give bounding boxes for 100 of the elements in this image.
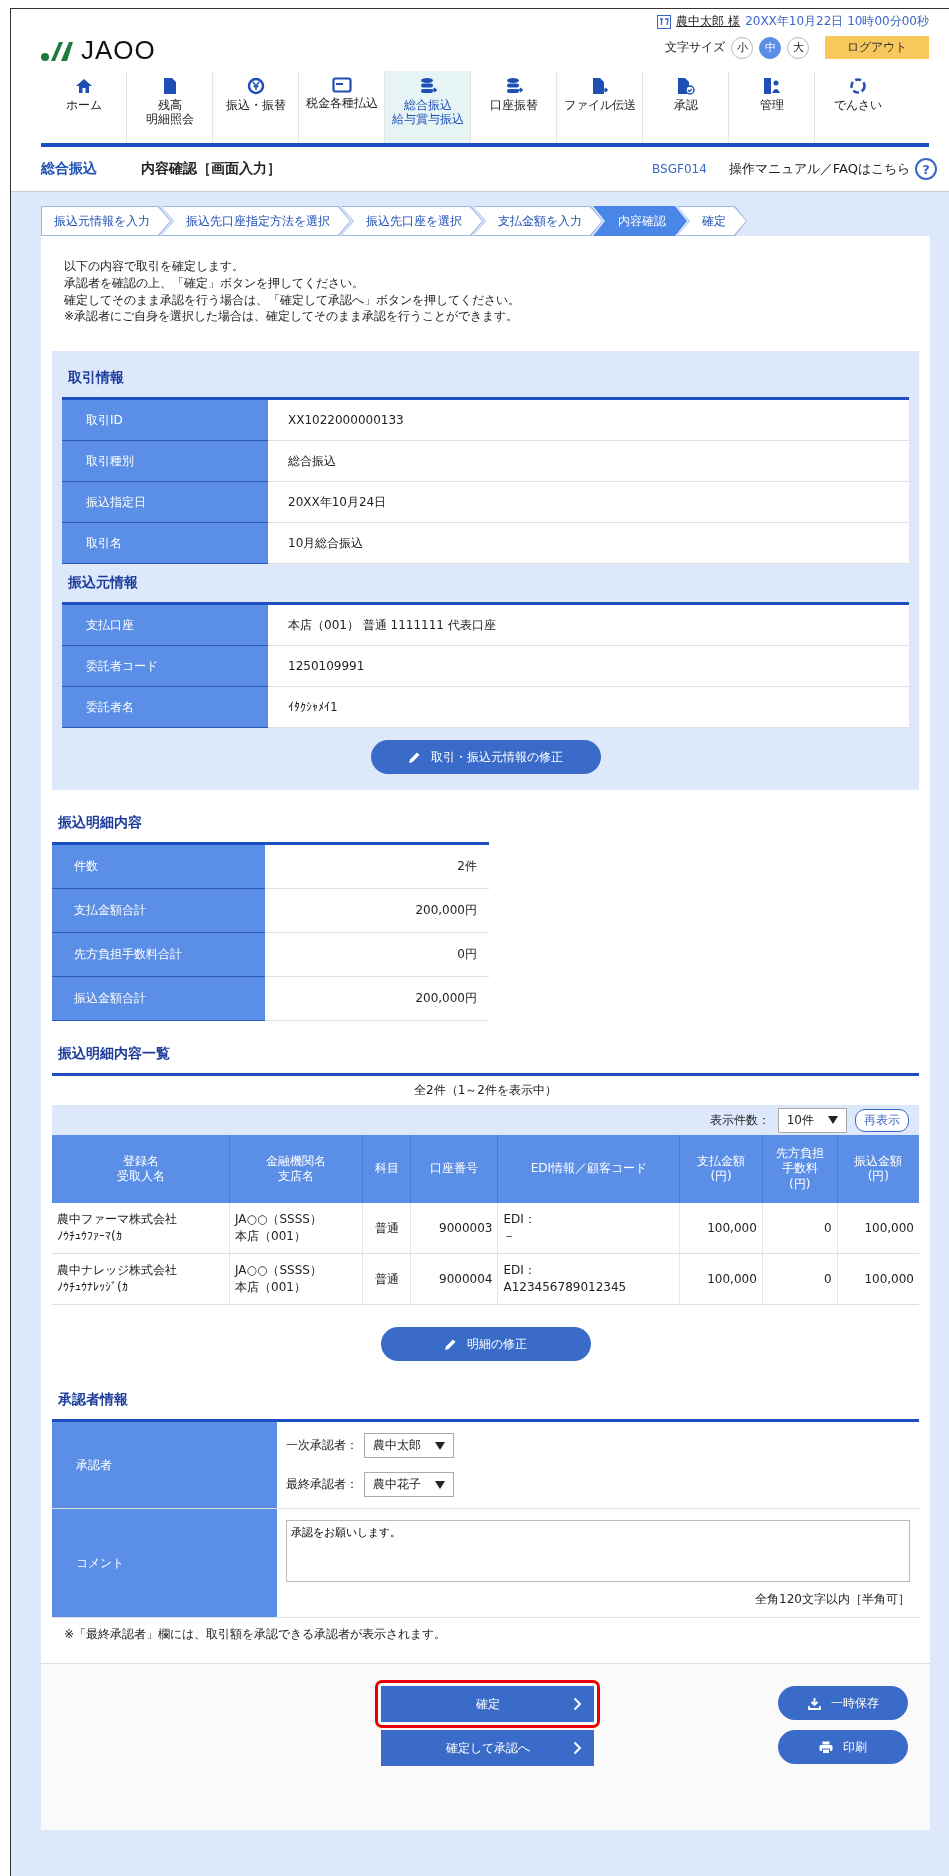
column-header: (円) (788, 1177, 812, 1193)
pencil-icon (408, 750, 421, 764)
page-size-dropdown[interactable]: 10件 (777, 1107, 847, 1133)
instruction-text: 以下の内容で取引を確定します。 (64, 258, 245, 275)
nav-label: 管理 (759, 99, 784, 113)
cell-text: 100,000 (706, 1270, 757, 1288)
cell-text: 0 (823, 1219, 832, 1237)
screen-id: BSGF014 (652, 162, 707, 176)
cell-text: 100,000 (863, 1270, 914, 1288)
cell-text: 農中ファーマ株式会社 (57, 1211, 178, 1229)
field-label: 支払口座 (62, 603, 268, 646)
file-icon (591, 77, 608, 95)
section-heading: 振込明細内容 (57, 813, 143, 833)
nav-label: 総合振込 (403, 99, 452, 113)
column-header: 先方負担 (774, 1145, 825, 1162)
field-label: 委託者名 (62, 686, 268, 728)
field-value: 10月総合振込 (268, 522, 909, 564)
cell-text: ﾉｳﾁｭｳﾌｧｰﾏ(ｶ (57, 1228, 123, 1245)
cell-text: JA○○（SSSS） (235, 1211, 323, 1229)
cell-text: A123456789012345 (503, 1279, 628, 1296)
page-size-label: 表示件数： (709, 1111, 770, 1129)
field-label: 取引種別 (62, 440, 268, 482)
edit-button[interactable]: 取引・振込元情報の修正 (370, 740, 601, 775)
comment-field[interactable]: 承認をお願いします。 (286, 1520, 910, 1583)
field-value: 0円 (265, 932, 489, 977)
confirm-approve-button[interactable]: 確定して承認へ (381, 1730, 594, 1767)
field-value: 200,000円 (265, 888, 489, 933)
pencil-icon (444, 1337, 457, 1351)
section-heading: 承認者情報 (57, 1390, 129, 1410)
datetime: 20XX年10月22日 10時00分00秒 (745, 13, 929, 30)
nav-label: 振込・振替 (225, 99, 286, 113)
step-indicator: 支払金額を入力 (473, 206, 603, 236)
yen-coin-icon (246, 77, 265, 95)
print-button[interactable]: 印刷 (778, 1730, 908, 1765)
character-limit: 全角120文字以内［半角可］ (755, 1592, 910, 1607)
cell-text: 9000003 (438, 1219, 493, 1237)
column-header: 口座番号 (429, 1161, 480, 1177)
field-label: コメント (52, 1508, 277, 1618)
document-icon (162, 77, 177, 95)
cell-text: EDI： (503, 1211, 537, 1229)
field-value: 200,000円 (265, 976, 489, 1021)
dropdown-arrow-icon (435, 1480, 445, 1489)
database-icon (504, 77, 523, 95)
chevron-right-icon (573, 1697, 582, 1712)
save-button[interactable]: 一時保存 (778, 1686, 908, 1721)
column-header: 支店名 (277, 1169, 316, 1185)
section-title: 総合振込 (41, 160, 98, 178)
field-label: 承認者 (52, 1420, 277, 1509)
instruction-text: ※承認者にご自身を選択した場合は、確定してそのまま承認を行うことができます。 (64, 308, 520, 326)
field-label: 最終承認者： (286, 1476, 358, 1494)
column-header: 支払金額 (696, 1153, 747, 1170)
database-icon (418, 77, 437, 95)
cell-text: 100,000 (863, 1219, 914, 1237)
field-label: 件数 (52, 843, 265, 889)
chevron-right-icon (573, 1741, 582, 1756)
column-header: 金融機関名 (265, 1153, 328, 1170)
column-header: 振込金額 (853, 1153, 904, 1170)
font-size-button[interactable]: 大 (787, 36, 809, 59)
font-size-button[interactable]: 小 (731, 36, 753, 59)
logout-button[interactable]: ログアウト (825, 36, 929, 59)
nav-label: 税金各種払込 (305, 97, 378, 111)
approver-dropdown[interactable]: 農中花子 (364, 1472, 454, 1498)
field-label: 委託者コード (62, 645, 268, 687)
column-header: 受取人名 (115, 1169, 166, 1185)
edit-button[interactable]: 明細の修正 (380, 1327, 591, 1362)
column-header: 科目 (373, 1161, 400, 1177)
help-link[interactable]: 操作マニュアル／FAQはこちら ? (728, 158, 937, 180)
column-header: (円) (866, 1169, 890, 1185)
home-icon (74, 77, 93, 95)
nav-label: 口座振替 (489, 99, 538, 113)
badge-icon (657, 14, 672, 29)
nav-item[interactable]: 総合振込 給与賞与振込 (385, 71, 471, 143)
page-title: 内容確認［画面入力］ (141, 160, 282, 178)
cell-text: JA○○（SSSS） (235, 1262, 323, 1280)
approver-dropdown[interactable]: 農中太郎 (364, 1433, 454, 1459)
cell-text: － (503, 1228, 517, 1245)
column-header: (円) (709, 1169, 733, 1185)
section-heading: 振込明細内容一覧 (57, 1044, 171, 1064)
field-value: 20XX年10月24日 (268, 481, 909, 523)
help-icon: ? (915, 158, 937, 180)
nav-label: ファイル伝送 (563, 99, 636, 113)
field-label: 支払金額合計 (52, 888, 265, 933)
logo: JAOO (81, 35, 156, 66)
nav-label: 明細照会 (145, 112, 194, 127)
cell-text: 普通 (373, 1219, 400, 1237)
note: ※「最終承認者」欄には、取引額を承認できる承認者が表示されます。 (63, 1626, 448, 1644)
font-size-label: 文字サイズ (665, 39, 725, 56)
nav-label: 残高 (157, 99, 182, 113)
field-value: ｲﾀｸｼｬﾒｲ1 (268, 686, 909, 728)
step-indicator: 振込先口座指定方法を選択 (161, 206, 351, 236)
cell-text: 本店（001） (235, 1279, 307, 1296)
field-label: 一次承認者： (286, 1437, 358, 1455)
user-name-link[interactable]: 農中太郎 様 (676, 13, 741, 30)
column-header: 手数料 (780, 1161, 819, 1177)
section-heading: 取引情報 (67, 368, 125, 388)
cell-text: 9000004 (438, 1270, 493, 1288)
file-check-icon (676, 77, 695, 95)
field-value: 総合振込 (268, 440, 909, 482)
refresh-button[interactable]: 再表示 (855, 1108, 909, 1132)
cell-text: 本店（001） (235, 1228, 307, 1245)
